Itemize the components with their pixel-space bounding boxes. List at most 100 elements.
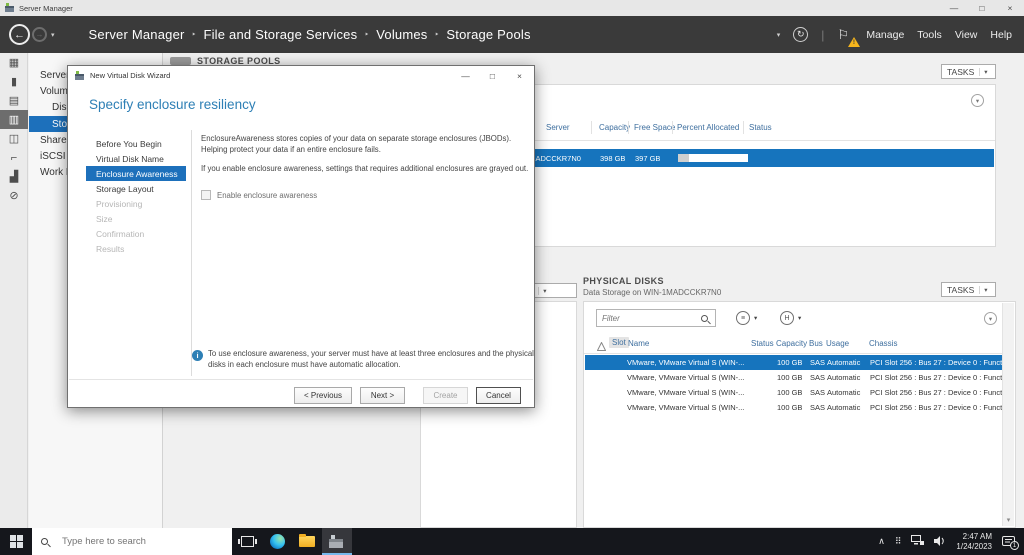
scroll-down-chevron-icon[interactable]: ▾ [1003,516,1014,524]
file-storage-services-icon[interactable]: ▥ [0,110,28,129]
wizard-body-text: EnclosureAwareness stores copies of your… [201,134,535,175]
start-button[interactable] [0,528,32,555]
wizard-minimize-button[interactable]: — [452,66,479,85]
menu-help[interactable]: Help [990,29,1012,41]
edge-icon [269,534,285,549]
storage-pools-tasks-button[interactable]: TASKS ▾ [941,64,996,79]
step-before-you-begin[interactable]: Before You Begin [86,136,186,151]
column-usage[interactable]: Usage [826,339,849,348]
disk-capacity: 100 GB [777,388,803,397]
column-server[interactable]: Server [546,123,570,132]
clock-time: 2:47 AM [962,531,992,541]
caret-down-icon: ▾ [754,315,758,322]
grouping-button[interactable]: H ▾ [780,311,801,325]
taskbar-clock[interactable]: 2:47 AM 1/24/2023 [956,532,992,552]
window-minimize-button[interactable]: — [940,0,968,16]
pool-capacity: 398 GB [600,154,626,163]
physical-disk-row[interactable]: VMware, VMware Virtual S (WIN-... 100 GB… [585,355,1002,370]
disk-bus: SAS [810,388,826,397]
tray-chevron-icon[interactable]: ∧ [878,536,885,547]
wizard-maximize-button[interactable]: □ [479,66,506,85]
bpa-results-icon[interactable]: ⊘ [0,186,28,205]
next-button[interactable]: Next > [360,387,405,404]
menu-manage[interactable]: Manage [866,29,904,41]
physical-disk-row[interactable]: VMware, VMware Virtual S (WIN-... 100 GB… [585,400,1002,415]
enable-enclosure-awareness-checkbox[interactable] [201,190,211,200]
disk-bus: SAS [810,358,826,367]
menu-view[interactable]: View [955,29,978,41]
wizard-close-button[interactable]: × [506,66,533,85]
step-virtual-disk-name[interactable]: Virtual Disk Name [86,151,186,166]
collapse-chevron-icon[interactable]: ▾ [984,312,997,325]
breadcrumb-storage-pools[interactable]: Storage Pools [446,27,530,42]
caret-down-icon: ▾ [538,286,550,295]
column-bus[interactable]: Bus [809,339,823,348]
create-button: Create [423,387,468,404]
scrollbar[interactable]: ▾ [1002,303,1014,526]
step-enclosure-awareness[interactable]: Enclosure Awareness [86,166,186,181]
caret-down-icon: ▾ [798,315,802,322]
column-free-space[interactable]: Free Space [634,123,675,132]
physical-disk-row[interactable]: VMware, VMware Virtual S (WIN-... 100 GB… [585,370,1002,385]
column-capacity[interactable]: Capacity [599,123,630,132]
physical-disks-panel: ≡ ▾ H ▾ ▾ Slot Name Status Capacity Bus … [583,301,1016,528]
volume-icon[interactable] [934,533,946,551]
cancel-button[interactable]: Cancel [476,387,521,404]
network-icon[interactable] [911,533,925,551]
notifications-flag-icon[interactable]: ⚐ [837,27,861,47]
local-server-icon[interactable]: ▮ [0,72,28,91]
tray-grid-icon[interactable]: ⠿ [895,536,902,547]
disk-capacity: 100 GB [777,403,803,412]
task-view-button[interactable] [232,528,262,555]
all-servers-icon[interactable]: ▤ [0,91,28,110]
column-slot[interactable]: Slot [609,337,629,348]
performance-chart-icon[interactable]: ▟ [0,167,28,186]
physical-disks-tasks-button[interactable]: TASKS ▾ [941,282,996,297]
column-name[interactable]: Name [628,339,649,348]
filter-input[interactable] [597,313,701,323]
server-manager-app-icon [5,3,15,13]
breadcrumb-server-manager[interactable]: Server Manager [89,27,185,42]
list-icon: ≡ [736,311,750,325]
caret-down-icon: ▾ [979,285,991,294]
breadcrumb-volumes[interactable]: Volumes [376,27,427,42]
column-status[interactable]: Status [751,339,774,348]
filter-box [596,309,716,327]
window-maximize-button[interactable]: □ [968,0,996,16]
wizard-title: New Virtual Disk Wizard [90,71,171,80]
breadcrumb-file-storage-services[interactable]: File and Storage Services [203,27,357,42]
collapse-chevron-icon[interactable]: ▾ [971,94,984,107]
wizard-step-list: Before You Begin Virtual Disk Name Enclo… [86,136,186,256]
nav-caret-icon[interactable]: ▾ [777,31,781,39]
physical-disk-row[interactable]: VMware, VMware Virtual S (WIN-... 100 GB… [585,385,1002,400]
window-close-button[interactable]: × [996,0,1024,16]
services-icon[interactable]: ◫ [0,129,28,148]
edge-browser-button[interactable] [262,528,292,555]
nav-history-caret-icon[interactable]: ▾ [51,31,55,39]
server-manager-taskbar-button[interactable] [322,528,352,555]
step-storage-layout[interactable]: Storage Layout [86,181,186,196]
action-center-button[interactable]: 1 [1002,536,1019,550]
window-titlebar: Server Manager — □ × [0,0,1024,16]
enclosure-note: If you enable enclosure awareness, setti… [201,163,529,173]
percent-allocated-bar [678,154,748,162]
dashboard-icon[interactable]: ▦ [0,53,28,72]
step-confirmation: Confirmation [96,228,145,239]
previous-button[interactable]: < Previous [293,387,352,404]
menu-tools[interactable]: Tools [917,29,942,41]
column-status[interactable]: Status [749,123,772,132]
taskbar-search[interactable] [32,528,232,555]
column-chassis[interactable]: Chassis [869,339,897,348]
back-button[interactable]: ← [9,24,30,45]
key-icon[interactable]: ⌐ [0,148,28,167]
folder-icon [299,534,315,547]
forward-button[interactable]: → [32,27,47,42]
info-note-text: To use enclosure awareness, your server … [208,349,534,369]
alert-column-icon[interactable] [596,338,607,356]
file-explorer-button[interactable] [292,528,322,555]
column-capacity[interactable]: Capacity [776,339,807,348]
refresh-icon[interactable]: ↻ [793,27,809,42]
column-percent-allocated[interactable]: Percent Allocated [677,123,739,132]
filter-criteria-button[interactable]: ≡ ▾ [736,311,757,325]
taskbar-search-input[interactable] [62,536,212,547]
